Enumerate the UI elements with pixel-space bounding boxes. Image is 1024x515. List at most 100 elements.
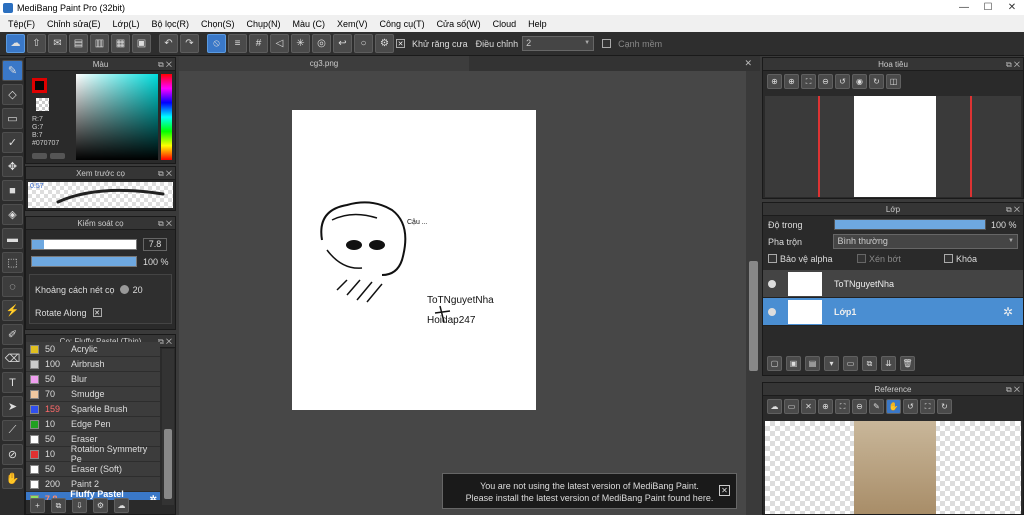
merge-layer-icon[interactable]: ⇊ <box>881 356 896 371</box>
color-swap-button[interactable] <box>50 153 65 159</box>
layer-opacity-slider[interactable] <box>834 219 986 230</box>
new-8bit-layer-icon[interactable]: ▤ <box>805 356 820 371</box>
curve-snap-icon[interactable]: ↩ <box>333 34 352 53</box>
menu-edit[interactable]: Chỉnh sửa(E) <box>41 19 107 29</box>
brush-list-item[interactable]: 50 Blur <box>26 372 160 387</box>
lock-checkbox[interactable] <box>944 254 953 263</box>
settings-brush-icon[interactable]: ⚙ <box>93 498 108 513</box>
operation-tool-icon[interactable]: ➤ <box>2 396 23 417</box>
brush-opacity-slider[interactable] <box>31 256 137 267</box>
color-mode-button[interactable] <box>32 153 47 159</box>
select-pen-icon[interactable]: ✐ <box>2 324 23 345</box>
menu-window[interactable]: Cửa số(W) <box>431 19 487 29</box>
magic-wand-icon[interactable]: ⚡ <box>2 300 23 321</box>
menu-tools[interactable]: Công cụ(T) <box>374 19 431 29</box>
brush-size-slider[interactable] <box>31 239 137 250</box>
color-saturation-square[interactable] <box>76 74 158 160</box>
zoom-out-icon[interactable]: ⊖ <box>818 74 833 89</box>
rotate-left-icon[interactable]: ↺ <box>835 74 850 89</box>
redo-icon[interactable]: ↷ <box>180 34 199 53</box>
hand-tool-icon[interactable]: ✋ <box>2 468 23 489</box>
page-icon[interactable]: ▥ <box>90 34 109 53</box>
clip-checkbox[interactable] <box>857 254 866 263</box>
menu-filter[interactable]: Bộ lọc(R) <box>145 19 195 29</box>
notice-close-icon[interactable]: ✕ <box>719 485 730 496</box>
correction-select[interactable]: 2 <box>522 36 595 51</box>
antialias-checkbox[interactable]: ✕ <box>396 39 405 48</box>
concentric-snap-icon[interactable]: ◎ <box>312 34 331 53</box>
layer-visibility-icon[interactable] <box>768 307 776 316</box>
foreground-color-swatch[interactable] <box>32 78 47 93</box>
minimize-button[interactable]: — <box>952 0 976 15</box>
navigator-preview[interactable] <box>765 96 1021 197</box>
radial-snap-icon[interactable]: ✳ <box>291 34 310 53</box>
panel-close-icon[interactable]: ⧉ ✕ <box>158 58 172 71</box>
document-icon[interactable]: ▤ <box>69 34 88 53</box>
folder-icon[interactable]: ▭ <box>843 356 858 371</box>
update-notice[interactable]: You are not using the latest version of … <box>442 473 737 509</box>
brush-size-value[interactable]: 7.8 <box>143 238 167 251</box>
fit-icon[interactable]: ⛶ <box>920 399 935 414</box>
zoom-fit-icon[interactable]: ⊕ <box>784 74 799 89</box>
layer-row[interactable]: Lớp1 ✲ <box>763 298 1023 326</box>
layer-settings-icon[interactable]: ✲ <box>1003 305 1013 319</box>
snap-off-icon[interactable]: ⦸ <box>207 34 226 53</box>
grid-page-icon[interactable]: ▦ <box>111 34 130 53</box>
blend-mode-select[interactable]: Bình thường <box>833 234 1018 249</box>
zoom-in-icon[interactable]: ⊕ <box>767 74 782 89</box>
canvas-vertical-scrollbar[interactable] <box>746 71 760 515</box>
close-button[interactable]: ✕ <box>1000 0 1024 15</box>
perspective-snap-icon[interactable]: ◁ <box>270 34 289 53</box>
new-halftone-layer-icon[interactable]: ▣ <box>786 356 801 371</box>
brush-list-item[interactable]: 70 Smudge <box>26 387 160 402</box>
folder-open-icon[interactable]: ▭ <box>784 399 799 414</box>
gradient-tool-icon[interactable]: ▬ <box>2 228 23 249</box>
parallel-snap-icon[interactable]: ≡ <box>228 34 247 53</box>
text-tool-icon[interactable]: T <box>2 372 23 393</box>
hue-slider[interactable] <box>161 74 172 160</box>
divide-tool-icon[interactable]: ⟋ <box>2 420 23 441</box>
menu-help[interactable]: Help <box>522 19 553 29</box>
rotate-right-icon[interactable]: ↻ <box>869 74 884 89</box>
eyedropper-icon[interactable]: ⊘ <box>2 444 23 465</box>
bucket-tool-icon[interactable]: ◈ <box>2 204 23 225</box>
brush-list-item[interactable]: 50 Acrylic <box>26 342 160 357</box>
lasso-tool-icon[interactable]: ◌ <box>2 276 23 297</box>
menu-select[interactable]: Chọn(S) <box>195 19 241 29</box>
delete-layer-icon[interactable]: 🗑 <box>900 356 915 371</box>
menu-layer[interactable]: Lớp(L) <box>107 19 146 29</box>
rotate-along-checkbox[interactable]: ✕ <box>92 308 102 317</box>
fill-rect-tool-icon[interactable]: ■ <box>2 180 23 201</box>
brush-list-item[interactable]: 100 Airbrush <box>26 357 160 372</box>
menu-color[interactable]: Màu (C) <box>287 19 332 29</box>
zoom-out-icon[interactable]: ⊖ <box>852 399 867 414</box>
eyedropper-icon[interactable]: ✎ <box>869 399 884 414</box>
menu-capture[interactable]: Chụp(N) <box>241 19 287 29</box>
rotate-reset-icon[interactable]: ◉ <box>852 74 867 89</box>
cloud-brush-icon[interactable]: ☁ <box>114 498 129 513</box>
brush-list-item[interactable]: 10 Rotation Symmetry Pe <box>26 444 160 464</box>
panel-icon[interactable]: ▣ <box>132 34 151 53</box>
rectangle-tool-icon[interactable]: ▭ <box>2 108 23 129</box>
menu-file[interactable]: Tệp(F) <box>2 19 41 29</box>
undo-icon[interactable]: ↶ <box>159 34 178 53</box>
maximize-button[interactable]: ☐ <box>976 0 1000 15</box>
flip-icon[interactable]: ◫ <box>886 74 901 89</box>
cloud-icon[interactable]: ☁ <box>6 34 25 53</box>
dot-tool-icon[interactable]: ✓ <box>2 132 23 153</box>
menu-cloud[interactable]: Cloud <box>487 19 523 29</box>
smooth-checkbox[interactable] <box>602 39 612 48</box>
upload-icon[interactable]: ⇧ <box>27 34 46 53</box>
panel-close-icon[interactable]: ⧉ ✕ <box>158 217 172 230</box>
spacing-knob-icon[interactable] <box>119 285 129 294</box>
canvas-area[interactable]: cg3.png ✕ Cậu ... ToTNguyetNha Hoidap247 <box>179 56 760 515</box>
panel-close-icon[interactable]: ⧉ ✕ <box>1006 383 1020 396</box>
grid-snap-icon[interactable]: # <box>249 34 268 53</box>
rotate-right-icon[interactable]: ↻ <box>937 399 952 414</box>
panel-close-icon[interactable]: ⧉ ✕ <box>1006 58 1020 71</box>
zoom-in-icon[interactable]: ⊕ <box>818 399 833 414</box>
circle-snap-icon[interactable]: ○ <box>354 34 373 53</box>
hand-icon[interactable]: ✋ <box>886 399 901 414</box>
panel-close-icon[interactable]: ⧉ ✕ <box>158 335 172 348</box>
layer-row[interactable]: ToTNguyetNha <box>763 270 1023 298</box>
